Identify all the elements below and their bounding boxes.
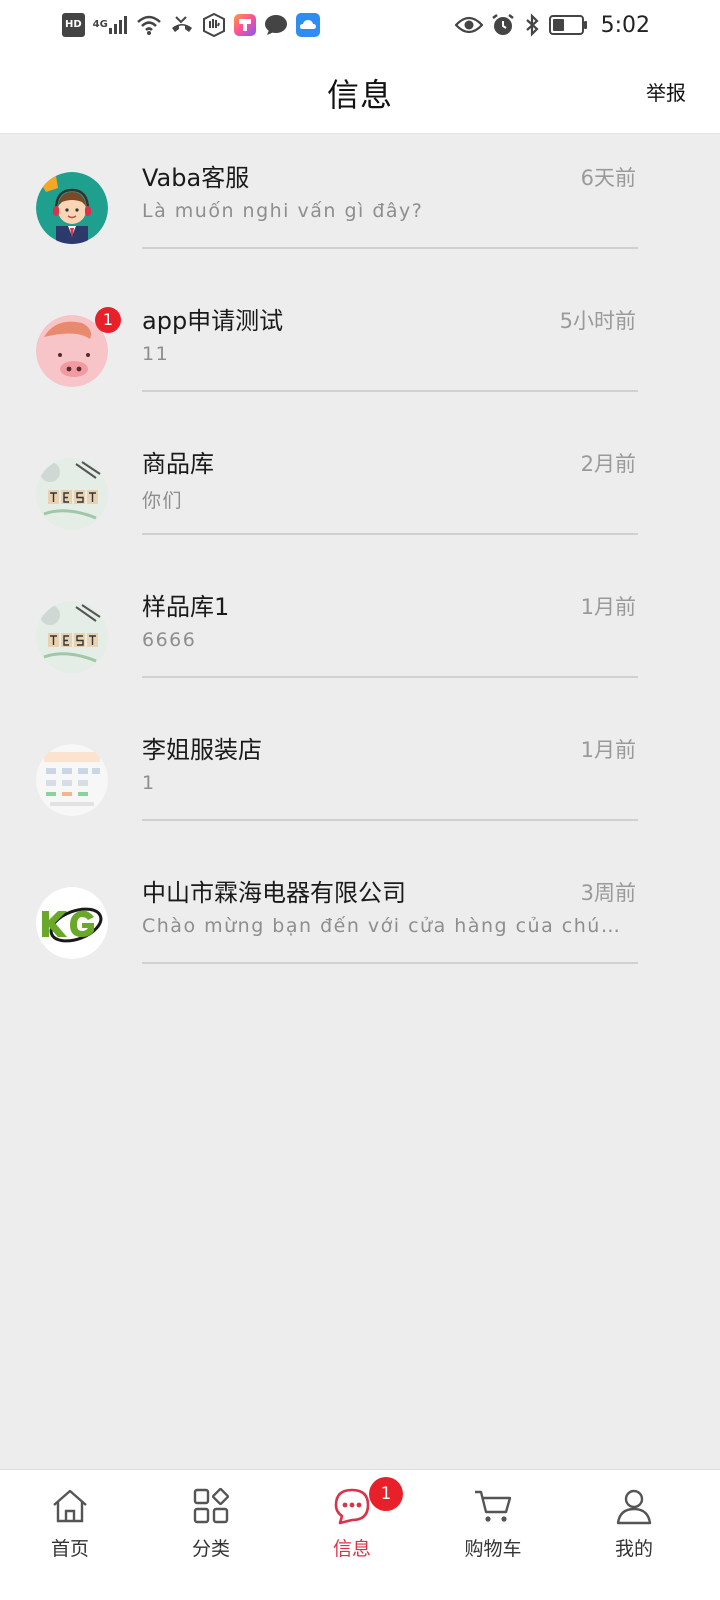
conversation-preview: 6666: [142, 629, 197, 651]
bottom-tab-bar: 首页 分类 1 信息 购物车 我的: [0, 1469, 720, 1600]
status-time: 5:02: [600, 12, 650, 38]
message-list: Vaba客服 6天前 Là muốn nghi vấn gì đây? 1 ap…: [0, 134, 720, 992]
divider: [142, 819, 638, 821]
profile-icon: [614, 1486, 654, 1526]
page-title: 信息: [326, 76, 393, 114]
wifi-icon: [136, 13, 162, 37]
screenshot-avatar: [36, 744, 108, 816]
conversation-preview: 你们: [142, 490, 184, 512]
conversation-preview: Chào mừng bạn đến với cửa hàng của chúng…: [142, 915, 632, 937]
list-item[interactable]: Vaba客服 6天前 Là muốn nghi vấn gì đây?: [0, 134, 720, 277]
list-item[interactable]: 商品库 2月前 你们: [0, 420, 720, 563]
cloud-icon: [295, 13, 320, 37]
list-item[interactable]: 中山市霖海电器有限公司 3周前 Chào mừng bạn đến với cử…: [0, 849, 720, 992]
conversation-time: 6天前: [580, 166, 636, 190]
missed-call-icon: [170, 13, 194, 37]
test-photo-avatar: [36, 601, 108, 673]
conversation-time: 2月前: [580, 452, 636, 476]
tab-messages[interactable]: 1 信息: [282, 1470, 422, 1570]
tab-label: 购物车: [464, 1538, 522, 1560]
tab-category[interactable]: 分类: [141, 1470, 281, 1570]
conversation-time: 5小时前: [559, 309, 636, 333]
category-icon: [191, 1486, 231, 1526]
bluetooth-icon: [523, 13, 541, 37]
customer-service-avatar: [36, 172, 108, 244]
conversation-preview: 1: [142, 772, 156, 794]
conversation-time: 1月前: [580, 738, 636, 762]
app-icon: [233, 13, 256, 37]
chat-icon: [264, 13, 288, 37]
unread-badge: 1: [95, 307, 121, 333]
tab-label: 首页: [50, 1538, 89, 1560]
conversation-name: 商品库: [142, 450, 214, 478]
conversation-time: 1月前: [580, 595, 636, 619]
home-icon: [50, 1486, 90, 1526]
divider: [142, 533, 638, 535]
status-bar-left: HD 4G: [62, 13, 320, 37]
conversation-name: 中山市霖海电器有限公司: [142, 879, 406, 907]
divider: [142, 390, 638, 392]
hand-icon: [202, 13, 226, 37]
test-photo-avatar: [36, 458, 108, 530]
tab-badge: 1: [369, 1477, 403, 1511]
conversation-name: app申请测试: [142, 307, 284, 335]
tab-label: 我的: [614, 1538, 653, 1560]
conversation-preview: 11: [142, 343, 170, 365]
list-item[interactable]: 1 app申请测试 5小时前 11: [0, 277, 720, 420]
tab-home[interactable]: 首页: [0, 1470, 140, 1570]
list-item[interactable]: 李姐服装店 1月前 1: [0, 706, 720, 849]
conversation-name: 样品库1: [142, 593, 230, 621]
message-icon: [332, 1486, 372, 1526]
status-bar: HD 4G 5:02: [0, 0, 720, 50]
conversation-name: 李姐服装店: [142, 736, 262, 764]
4g-signal-icon: 4G: [93, 13, 128, 37]
conversation-name: Vaba客服: [142, 164, 250, 192]
divider: [142, 247, 638, 249]
page-header: 信息 举报: [0, 50, 720, 134]
report-button[interactable]: 举报: [646, 77, 686, 106]
alarm-icon: [491, 13, 515, 37]
tab-label: 分类: [191, 1538, 230, 1560]
network-label: 4G: [92, 19, 108, 30]
hd-icon: HD: [62, 13, 85, 37]
tab-cart[interactable]: 购物车: [423, 1470, 563, 1570]
list-item[interactable]: 样品库1 1月前 6666: [0, 563, 720, 706]
divider: [142, 676, 638, 678]
status-bar-right: 5:02: [454, 12, 650, 38]
eye-icon: [454, 13, 483, 37]
kg-logo-avatar: [36, 887, 108, 959]
tab-profile[interactable]: 我的: [564, 1470, 704, 1570]
conversation-preview: Là muốn nghi vấn gì đây?: [142, 200, 424, 222]
tab-label: 信息: [332, 1538, 371, 1560]
cart-icon: [473, 1486, 513, 1526]
divider: [142, 962, 638, 964]
battery-icon: [548, 13, 589, 37]
conversation-time: 3周前: [580, 881, 636, 905]
